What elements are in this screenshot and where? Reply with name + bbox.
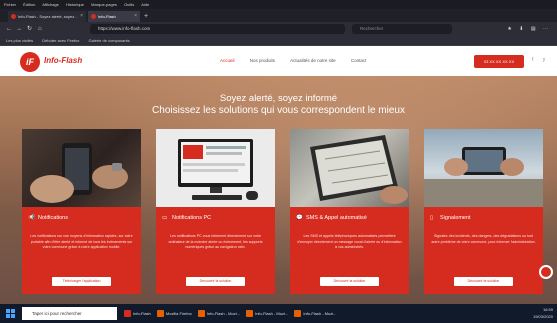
card-title: 💬 SMS & Appel automatisé	[296, 215, 367, 221]
bookmarks-bar: Les plus visités Débuter avec Firefox Ga…	[0, 36, 557, 46]
phone-alert-icon: ▯	[430, 215, 434, 221]
nav-item-contact[interactable]: Contact	[351, 58, 367, 63]
new-tab-icon[interactable]: +	[144, 12, 148, 21]
card-body: ▭ Notifications PC Les notifications PC v…	[156, 207, 275, 294]
tablet-image	[310, 135, 408, 204]
browser-tabbar: Info-Flash - Soyez alerté, soyez... × In…	[0, 9, 557, 22]
social-icons[interactable]: f y	[532, 57, 549, 63]
taskbar-app[interactable]: Info-Flash	[124, 307, 151, 320]
taskbar-apps: Info-Flash Mozilla Firefox Info-Flash - …	[124, 307, 341, 320]
card-sms: 💬 SMS & Appel automatisé Les SMS et appel…	[290, 129, 409, 294]
reload-icon[interactable]: ↻	[27, 24, 32, 34]
menu-item[interactable]: Historique	[66, 2, 84, 7]
card-notifications: 📢 Notifications Les notifications sur vos…	[22, 129, 141, 294]
close-icon[interactable]: ×	[134, 11, 137, 22]
download-app-button[interactable]: Télécharger l'application	[52, 277, 111, 286]
menu-item[interactable]: Aide	[141, 2, 149, 7]
main-nav: Accueil Nos produits Actualités de notre…	[220, 58, 380, 63]
logo-mark[interactable]: iF	[20, 52, 40, 72]
windows-taskbar: Taper ici pour rechercher Info-Flash Moz…	[0, 304, 557, 323]
bookmark-item[interactable]: Galerie de composants	[89, 38, 130, 43]
bookmark-item[interactable]: Les plus visités	[6, 38, 33, 43]
windows-start-icon[interactable]	[6, 309, 15, 318]
favicon-icon	[11, 14, 16, 19]
tab-label: Info-Flash - Soyez alerté, soyez...	[18, 14, 78, 19]
card-image	[290, 129, 409, 207]
site-header: iF Info-Flash Accueil Nos produits Actua…	[0, 46, 557, 76]
megaphone-icon: 📢	[28, 215, 35, 221]
logo-text[interactable]: Info-Flash	[44, 56, 82, 65]
card-title: ▭ Notifications PC	[162, 215, 212, 221]
close-icon[interactable]: ×	[80, 11, 83, 22]
card-description: Signalez des incidents, des dangers, des…	[431, 234, 536, 244]
toolbar-icons[interactable]: ★ ⬇ ▤ ⋯	[507, 24, 551, 34]
phone-street-image	[424, 147, 543, 207]
discover-button[interactable]: Découvrir la solution	[186, 277, 245, 286]
card-notifications-pc: ▭ Notifications PC Les notifications PC v…	[156, 129, 275, 294]
home-icon[interactable]: ⌂	[38, 24, 42, 34]
browser-menubar: Fichier Édition Affichage Historique Mar…	[0, 0, 557, 9]
menu-item[interactable]: Affichage	[42, 2, 59, 7]
card-body: 📢 Notifications Les notifications sur vos…	[22, 207, 141, 294]
hero-subtitle: Choisissez les solutions qui vous corres…	[152, 105, 405, 116]
bookmark-item[interactable]: Débuter avec Firefox	[42, 38, 79, 43]
taskbar-app[interactable]: Info-Flash - Mozi...	[294, 307, 336, 320]
search-input[interactable]: Rechercher	[352, 24, 452, 34]
taskbar-search-input[interactable]: Taper ici pour rechercher	[22, 307, 117, 320]
forward-icon[interactable]: →	[16, 24, 22, 34]
back-icon[interactable]: ←	[6, 24, 12, 34]
card-body: 💬 SMS & Appel automatisé Les SMS et appel…	[290, 207, 409, 294]
nav-item-news[interactable]: Actualités de notre site	[290, 58, 336, 63]
card-image	[424, 129, 543, 207]
card-description: Les notifications PC vous informent dire…	[168, 234, 263, 250]
menu-item[interactable]: Édition	[23, 2, 35, 7]
discover-button[interactable]: Découvrir la solution	[320, 277, 379, 286]
computer-image	[178, 139, 258, 200]
taskbar-app[interactable]: Info-Flash - Mozi...	[197, 307, 240, 320]
card-description: Les SMS et appels téléphoniques automati…	[297, 234, 402, 250]
chat-widget-icon[interactable]	[539, 265, 553, 279]
card-image	[156, 129, 275, 207]
taskbar-app[interactable]: Info-Flash - Mozi...	[246, 307, 288, 320]
phone-hands-image	[30, 143, 128, 203]
card-title: 📢 Notifications	[28, 215, 68, 221]
browser-tab[interactable]: Info-Flash - Soyez alerté, soyez... ×	[8, 11, 86, 22]
favicon-icon	[91, 14, 96, 19]
menu-item[interactable]: Marque-pages	[91, 2, 117, 7]
taskbar-clock[interactable]: 16:59 19/03/2020	[533, 306, 553, 320]
chat-icon: 💬	[296, 215, 303, 221]
hero-title: Soyez alerté, soyez informé	[219, 93, 338, 104]
browser-navbar: ← → ↻ ⌂ https://www.info-flash.com Reche…	[0, 22, 557, 36]
card-image	[22, 129, 141, 207]
hero-section: Soyez alerté, soyez informé Choisissez l…	[0, 76, 557, 304]
card-title: ▯ Signalement	[430, 215, 471, 221]
nav-item-home[interactable]: Accueil	[220, 58, 235, 63]
tab-label: Info-Flash	[98, 14, 116, 19]
card-description: Les notifications sur vos moyens d'infor…	[30, 234, 133, 250]
monitor-icon: ▭	[162, 215, 168, 221]
menu-item[interactable]: Fichier	[4, 2, 16, 7]
browser-tab-active[interactable]: Info-Flash ×	[88, 11, 140, 22]
url-bar[interactable]: https://www.info-flash.com	[90, 24, 345, 34]
card-body: ▯ Signalement Signalez des incidents, des…	[424, 207, 543, 294]
phone-cta-button[interactable]: 03 XX XX XX XX	[474, 55, 524, 68]
taskbar-app[interactable]: Mozilla Firefox	[156, 307, 192, 320]
clock-time: 16:59	[542, 307, 553, 312]
menu-item[interactable]: Outils	[124, 2, 134, 7]
nav-item-products[interactable]: Nos produits	[250, 58, 275, 63]
clock-date: 19/03/2020	[532, 314, 553, 319]
card-signalement: ▯ Signalement Signalez des incidents, des…	[424, 129, 543, 294]
discover-button[interactable]: Découvrir la solution	[454, 277, 513, 286]
